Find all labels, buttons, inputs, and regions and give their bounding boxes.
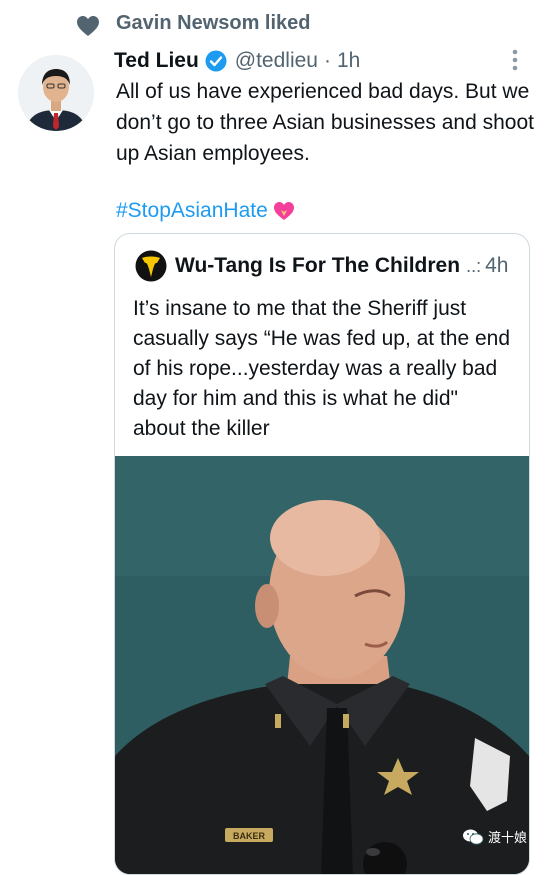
pink-heart-icon (273, 202, 294, 220)
quoted-tweet-time[interactable]: 4h (485, 254, 508, 278)
sheriff-photo: BAKER (115, 456, 529, 874)
avatar-image (18, 55, 94, 131)
name-tag-text: BAKER (233, 831, 266, 841)
tweet-time[interactable]: 1h (337, 49, 360, 73)
quoted-tweet-media[interactable]: BAKER (115, 456, 529, 874)
quoted-separator: ..: (466, 255, 482, 276)
heart-icon (77, 16, 99, 36)
verified-badge-icon (205, 50, 227, 72)
watermark: 渡十娘 (462, 827, 527, 846)
quoted-tweet-card[interactable]: Wu-Tang Is For The Children ..: 4h It’s … (114, 233, 530, 875)
hashtag-row: #StopAsianHate (116, 196, 295, 226)
author-avatar[interactable] (18, 55, 94, 131)
author-name[interactable]: Ted Lieu (114, 49, 199, 73)
tweet-header: Ted Lieu @tedlieu · 1h (114, 45, 360, 77)
quoted-tweet-text: It’s insane to me that the Sheriff just … (133, 297, 511, 440)
hashtag-link[interactable]: #StopAsianHate (116, 196, 268, 226)
author-handle[interactable]: @tedlieu (235, 49, 318, 73)
quoted-tweet-header: Wu-Tang Is For The Children ..: 4h (135, 248, 508, 284)
quoted-author-name[interactable]: Wu-Tang Is For The Children (175, 254, 460, 278)
separator-dot: · (323, 49, 331, 72)
liked-by-text: Gavin Newsom liked (116, 12, 311, 34)
watermark-text: 渡十娘 (488, 830, 528, 845)
wu-tang-avatar-icon[interactable] (135, 250, 167, 282)
wechat-icon (463, 829, 484, 845)
more-options-icon[interactable] (503, 47, 527, 73)
tweet-text: All of us have experienced bad days. But… (116, 80, 534, 165)
